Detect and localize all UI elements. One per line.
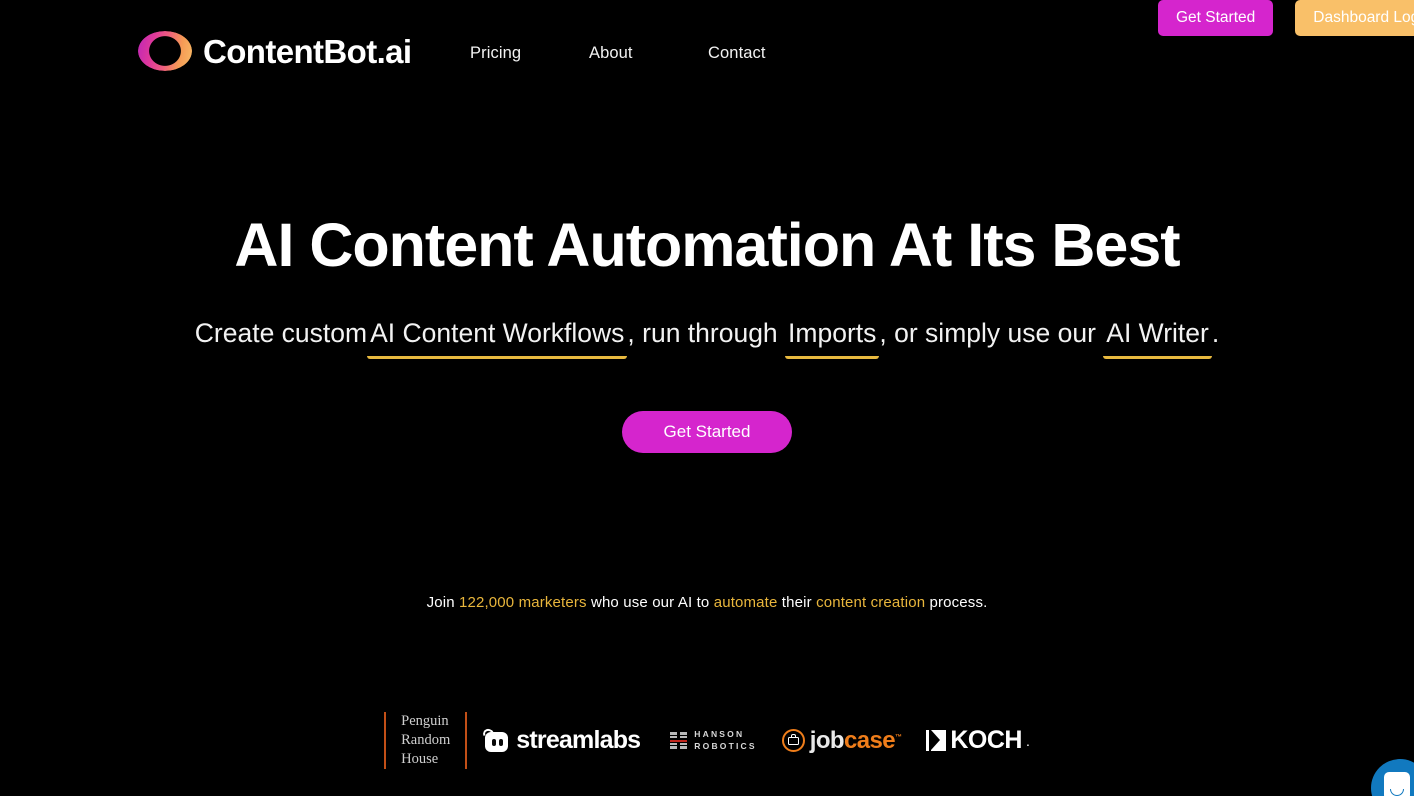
social-proof-text: Join 122,000 marketers who use our AI to… [0, 594, 1414, 611]
sub-text-part1: Create custom [194, 318, 368, 348]
header-actions: Get Started Dashboard Login [1158, 0, 1414, 36]
page-root: ContentBot.ai Pricing About Contact Get … [0, 0, 1414, 796]
nav-item-about[interactable]: About [589, 44, 708, 63]
hero-get-started-button[interactable]: Get Started [622, 411, 792, 453]
client-logo-koch: KOCH . [926, 726, 1030, 755]
client-logo-penguin-random-house: Penguin Random House [384, 712, 468, 770]
social-proof-middle: who use our AI to [586, 594, 714, 611]
social-proof-noun: content creation [816, 594, 926, 611]
koch-wordmark: KOCH [950, 726, 1022, 755]
social-proof-count: 122,000 marketers [459, 594, 587, 611]
header-dashboard-login-button[interactable]: Dashboard Login [1295, 0, 1414, 36]
sub-highlight-ai-writer[interactable]: AI Writer [1103, 316, 1212, 359]
streamlabs-icon [481, 727, 509, 753]
prh-line-1: Penguin [401, 713, 449, 729]
sub-text-part2: , run through [627, 318, 786, 348]
jobcase-wordmark: jobcase™ [810, 727, 902, 755]
jobcase-word-job: job [809, 726, 845, 754]
hanson-line-1: HANSON [694, 728, 745, 739]
prh-line-3: House [401, 751, 439, 768]
client-logo-jobcase: jobcase™ [781, 727, 902, 755]
client-logo-hanson-robotics: HANSON ROBOTICS [670, 729, 756, 752]
social-proof-middle2: their [777, 594, 817, 611]
prh-divider-right [465, 712, 468, 770]
sub-highlight-imports[interactable]: Imports [785, 316, 880, 359]
prh-line-2: Random [401, 732, 451, 749]
jobcase-icon [781, 729, 805, 753]
koch-period: . [1025, 732, 1030, 749]
koch-icon [926, 730, 947, 752]
nav-item-pricing[interactable]: Pricing [470, 44, 589, 63]
hanson-robotics-wordmark: HANSON ROBOTICS [694, 729, 756, 752]
social-proof-verb: automate [713, 594, 778, 611]
nav-item-contact[interactable]: Contact [708, 44, 766, 63]
contentbot-ring-icon [138, 31, 192, 71]
site-header: ContentBot.ai Pricing About Contact Get … [0, 0, 1414, 104]
brand-logo[interactable]: ContentBot.ai [138, 31, 412, 71]
hero-cta-container: Get Started [0, 411, 1414, 453]
sub-highlight-workflows[interactable]: AI Content Workflows [367, 316, 628, 359]
client-logo-streamlabs: streamlabs [481, 726, 641, 755]
hero-subheadline: Create custom AI Content Workflows, run t… [0, 316, 1414, 359]
streamlabs-wordmark: streamlabs [516, 726, 641, 755]
main-navigation: Pricing About Contact [470, 44, 766, 63]
hanson-robotics-icon [670, 732, 688, 749]
hanson-line-2: ROBOTICS [694, 740, 757, 751]
chat-face-icon [1384, 772, 1410, 796]
social-proof-prefix: Join [426, 594, 460, 611]
sub-text-part3: , or simply use our [879, 318, 1104, 348]
header-get-started-button[interactable]: Get Started [1158, 0, 1274, 36]
sub-text-part4: . [1211, 318, 1220, 348]
social-proof-suffix: process. [925, 594, 988, 611]
jobcase-word-case: case [843, 726, 896, 754]
client-logo-strip: Penguin Random House streamlabs HANSON R… [0, 712, 1414, 770]
page-title: AI Content Automation At Its Best [234, 211, 1180, 279]
brand-name: ContentBot.ai [203, 32, 412, 70]
penguin-random-house-logo: Penguin Random House [386, 712, 465, 769]
jobcase-trademark: ™ [894, 733, 902, 741]
